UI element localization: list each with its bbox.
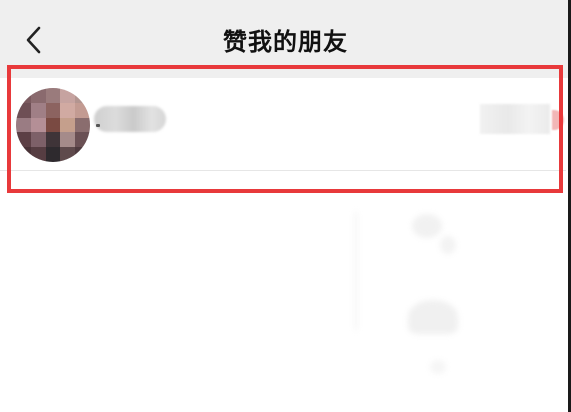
avatar[interactable] [16,88,90,162]
action-area-redacted[interactable] [480,104,550,134]
background-ghost-shape [430,360,446,374]
friend-list-item[interactable] [0,78,566,171]
action-accent-redacted [552,110,564,130]
friend-name-redacted [94,106,166,132]
background-ghost-shape [440,236,456,254]
background-ghost-line [355,212,357,330]
page-title: 赞我的朋友 [223,29,348,56]
background-ghost-shape [408,300,458,334]
name-mark [96,124,100,127]
top-nav-bar: 赞我的朋友 [0,0,571,78]
background-ghost-shape [412,214,442,238]
